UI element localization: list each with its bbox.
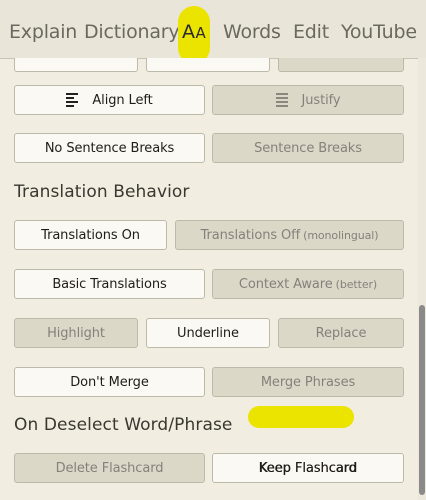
context-aware-label: Context Aware xyxy=(238,276,333,292)
tab-youtube[interactable]: YouTube xyxy=(341,19,417,45)
hidden-option-3[interactable] xyxy=(278,58,404,72)
underline-button[interactable]: Underline xyxy=(146,318,270,348)
translations-off-note: (monolingual) xyxy=(303,228,379,242)
align-left-icon xyxy=(66,93,79,107)
translations-off-label: Translations Off xyxy=(200,227,301,243)
top-tab-bar: Explain Dictionary AA Words Edit YouTube xyxy=(0,0,426,64)
tab-edit[interactable]: Edit xyxy=(293,19,329,45)
hidden-option-1[interactable] xyxy=(14,58,138,72)
on-deselect-heading: On Deselect Word/Phrase xyxy=(14,415,233,435)
justify-label: Justify xyxy=(301,92,341,108)
tab-dictionary[interactable]: Dictionary xyxy=(84,19,180,45)
hidden-option-2[interactable] xyxy=(146,58,270,72)
context-aware-button[interactable]: Context Aware (better) xyxy=(212,269,404,299)
keep-flashcard-overlay-label: Keep Flashcard xyxy=(258,460,358,476)
scrollbar-thumb[interactable] xyxy=(419,305,425,495)
sentence-breaks-button[interactable]: Sentence Breaks xyxy=(212,133,404,163)
tab-aa-label: AA xyxy=(182,21,207,43)
align-left-label: Align Left xyxy=(92,92,153,108)
keep-flashcard-highlight xyxy=(248,406,354,428)
highlight-button[interactable]: Highlight xyxy=(14,318,138,348)
dont-merge-button[interactable]: Don't Merge xyxy=(14,367,205,397)
translation-behavior-heading: Translation Behavior xyxy=(14,182,190,202)
tab-aa[interactable]: AA xyxy=(178,6,210,64)
tab-explain[interactable]: Explain xyxy=(9,19,77,45)
tab-words[interactable]: Words xyxy=(223,19,281,45)
delete-flashcard-button[interactable]: Delete Flashcard xyxy=(14,453,205,483)
basic-translations-button[interactable]: Basic Translations xyxy=(14,269,205,299)
justify-icon xyxy=(275,93,288,107)
translations-off-button[interactable]: Translations Off (monolingual) xyxy=(175,220,404,250)
replace-button[interactable]: Replace xyxy=(278,318,404,348)
merge-phrases-button[interactable]: Merge Phrases xyxy=(212,367,404,397)
settings-panel: Align Left Justify No Sentence Breaks Se… xyxy=(0,58,418,500)
align-left-button[interactable]: Align Left xyxy=(14,85,205,115)
translations-on-button[interactable]: Translations On xyxy=(14,220,167,250)
no-sentence-breaks-button[interactable]: No Sentence Breaks xyxy=(14,133,205,163)
context-aware-note: (better) xyxy=(335,277,378,291)
justify-button[interactable]: Justify xyxy=(212,85,404,115)
